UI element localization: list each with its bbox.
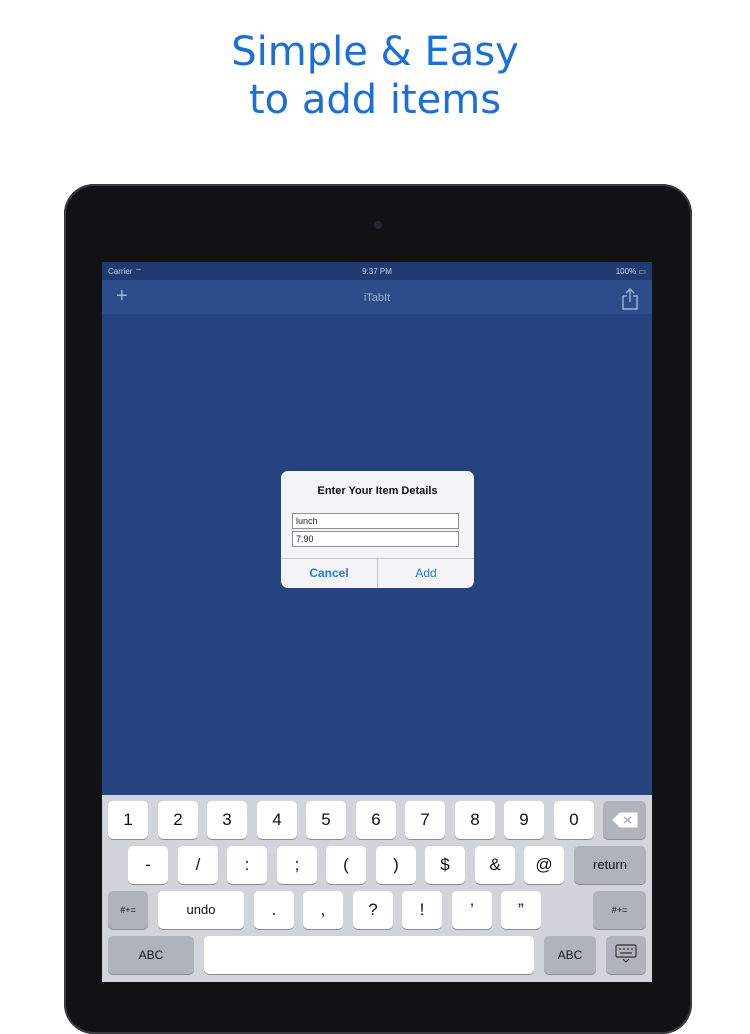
status-bar: Carrier ⌔ 9:37 PM 100% ▭ <box>102 262 652 280</box>
key-apostrophe[interactable]: ’ <box>452 891 492 929</box>
undo-key[interactable]: undo <box>158 891 244 929</box>
key-more-symbols-right[interactable]: #+= <box>593 891 646 929</box>
key-7[interactable]: 7 <box>405 801 445 839</box>
abc-key-right[interactable]: ABC <box>544 936 596 974</box>
app-title: iTabIt <box>363 292 391 304</box>
add-button[interactable]: Add <box>378 559 474 588</box>
key-dollar[interactable]: $ <box>425 846 465 884</box>
hide-keyboard-key[interactable] <box>606 936 646 974</box>
status-time: 9:37 PM <box>362 267 392 276</box>
key-9[interactable]: 9 <box>504 801 544 839</box>
battery-icon: ▭ <box>638 267 646 276</box>
share-icon[interactable] <box>620 288 640 310</box>
key-5[interactable]: 5 <box>306 801 346 839</box>
key-8[interactable]: 8 <box>455 801 495 839</box>
key-2[interactable]: 2 <box>158 801 198 839</box>
dialog-title: Enter Your Item Details <box>317 485 438 497</box>
key-at[interactable]: @ <box>524 846 564 884</box>
key-close-paren[interactable]: ) <box>376 846 416 884</box>
numeric-keyboard: 1 2 3 4 5 6 7 8 9 0 - / : ; ( ) $ & @ re… <box>102 795 652 982</box>
cancel-button[interactable]: Cancel <box>281 559 377 588</box>
battery-indicator: 100% ▭ <box>615 267 646 276</box>
backspace-icon <box>611 812 637 828</box>
keyboard-hide-icon <box>615 944 637 963</box>
delete-key[interactable] <box>603 801 646 839</box>
key-3[interactable]: 3 <box>207 801 247 839</box>
key-0[interactable]: 0 <box>554 801 594 839</box>
item-price-field[interactable]: 7.90 <box>292 531 459 547</box>
key-semicolon[interactable]: ; <box>277 846 317 884</box>
item-details-dialog: Enter Your Item Details lunch 7.90 Cance… <box>281 471 474 588</box>
headline-line-2: to add items <box>248 77 502 123</box>
navigation-bar: + iTabIt <box>102 280 652 314</box>
return-key[interactable]: return <box>574 846 646 884</box>
key-colon[interactable]: : <box>227 846 267 884</box>
key-question[interactable]: ? <box>353 891 393 929</box>
key-more-symbols-left[interactable]: #+= <box>108 891 148 929</box>
space-key[interactable] <box>204 936 534 974</box>
camera-icon <box>374 221 382 229</box>
abc-key-left[interactable]: ABC <box>108 936 194 974</box>
item-name-field[interactable]: lunch <box>292 513 459 529</box>
app-screen: Carrier ⌔ 9:37 PM 100% ▭ + iTabIt Enter … <box>102 262 652 982</box>
key-period[interactable]: . <box>254 891 294 929</box>
key-1[interactable]: 1 <box>108 801 148 839</box>
key-4[interactable]: 4 <box>257 801 297 839</box>
key-open-paren[interactable]: ( <box>326 846 366 884</box>
headline-line-1: Simple & Easy <box>231 29 519 75</box>
key-slash[interactable]: / <box>178 846 218 884</box>
key-6[interactable]: 6 <box>356 801 396 839</box>
key-comma[interactable]: , <box>303 891 343 929</box>
key-ampersand[interactable]: & <box>475 846 515 884</box>
key-hyphen[interactable]: - <box>128 846 168 884</box>
key-exclamation[interactable]: ! <box>402 891 442 929</box>
key-quote[interactable]: ” <box>501 891 541 929</box>
